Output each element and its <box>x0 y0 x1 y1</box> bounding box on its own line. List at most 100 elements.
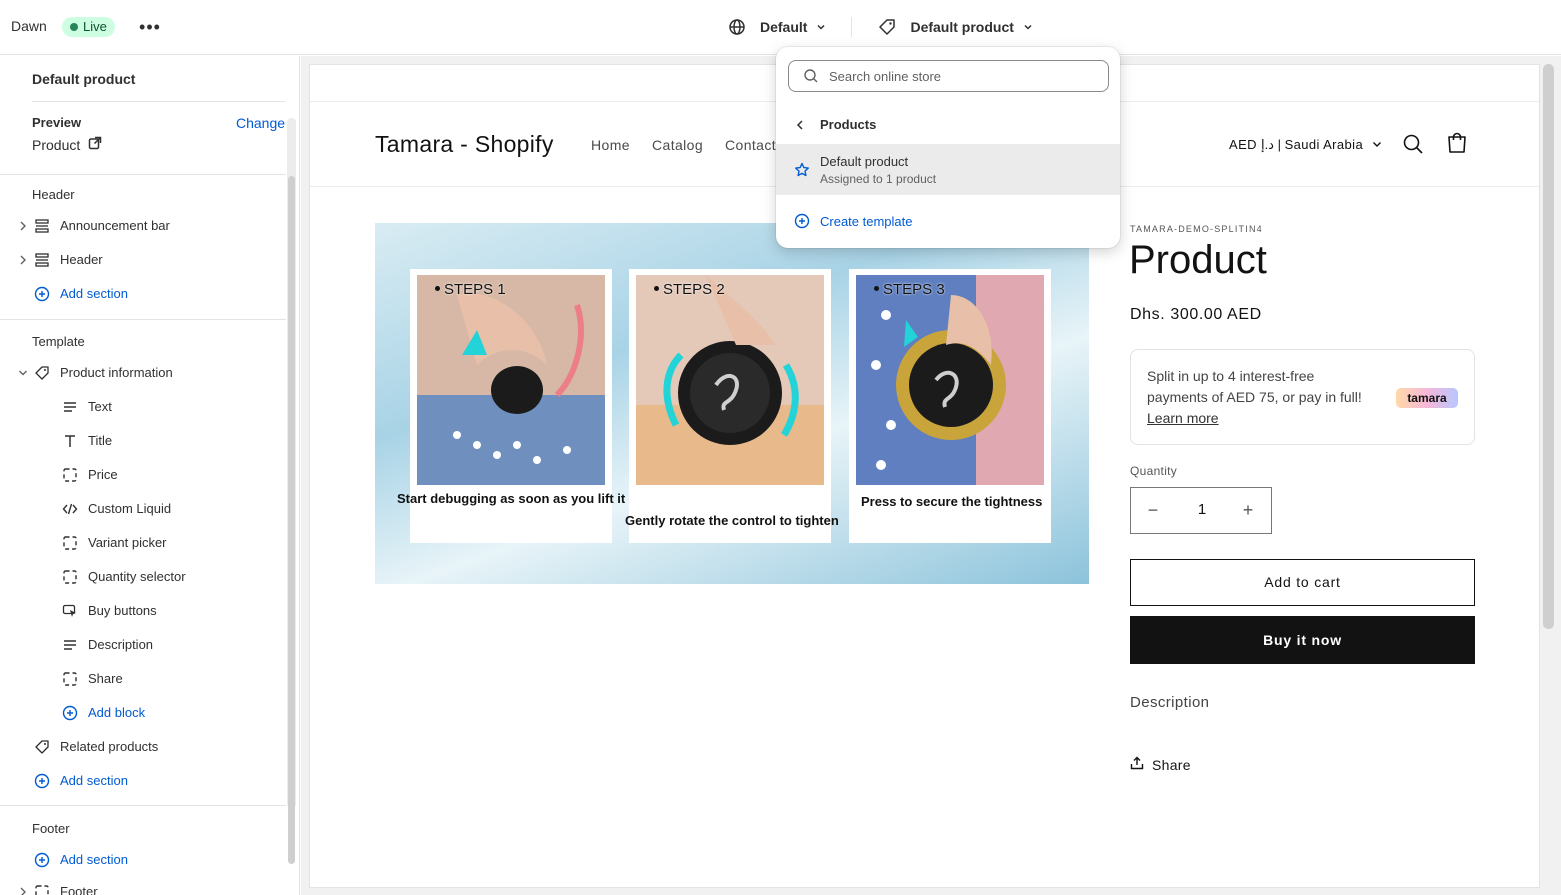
language-selector-label: Default <box>760 19 808 35</box>
top-bar-selectors: Default Default product <box>728 14 1034 40</box>
step-dot <box>874 286 879 291</box>
step-1-caption: Start debugging as soon as you lift it <box>397 491 626 506</box>
back-to-products-button[interactable]: Products <box>776 110 1120 140</box>
buy-it-now-button[interactable]: Buy it now <box>1130 616 1475 664</box>
block-label: Text <box>88 399 112 414</box>
block-label: Variant picker <box>88 535 167 550</box>
quantity-increase-button[interactable]: + <box>1238 500 1258 520</box>
quantity-decrease-button[interactable]: − <box>1143 500 1163 520</box>
currency-label: AED د.إ | Saudi Arabia <box>1229 137 1364 152</box>
dashed-square-icon <box>62 671 78 687</box>
add-section-label: Add section <box>60 773 128 788</box>
product-title: Product <box>1129 238 1267 282</box>
chevron-down-icon <box>17 366 29 380</box>
nav-link-catalog[interactable]: Catalog <box>652 137 703 153</box>
template-option-default-product[interactable]: Default product Assigned to 1 product <box>776 145 1120 195</box>
live-dot-icon <box>70 23 78 31</box>
block-quantity-selector[interactable]: Quantity selector <box>0 563 286 591</box>
section-label: Product information <box>60 365 173 380</box>
block-label: Share <box>88 671 123 686</box>
step-3-title: STEPS 3 <box>883 281 945 298</box>
block-description[interactable]: Description <box>0 631 286 659</box>
block-label: Buy buttons <box>88 603 157 618</box>
step-1-image <box>417 275 605 485</box>
text-title-icon <box>62 433 78 449</box>
block-variant-picker[interactable]: Variant picker <box>0 529 286 557</box>
tamara-message: Split in up to 4 interest-free payments … <box>1147 366 1367 429</box>
search-input[interactable] <box>829 68 1089 84</box>
tamara-text: Split in up to 4 interest-free payments … <box>1147 368 1362 405</box>
chevron-down-icon <box>815 21 827 33</box>
step-dot <box>435 286 440 291</box>
block-label: Price <box>88 467 118 482</box>
plus-circle-icon <box>794 213 810 234</box>
search-field[interactable] <box>788 60 1109 92</box>
quantity-input[interactable]: 1 <box>1191 501 1213 518</box>
dashed-square-icon <box>34 884 50 895</box>
add-section-footer-button[interactable]: Add section <box>0 846 286 874</box>
cart-icon[interactable] <box>1446 132 1468 154</box>
search-icon[interactable] <box>1402 133 1424 155</box>
section-product-information[interactable]: Product information <box>0 359 286 387</box>
section-announcement-bar[interactable]: Announcement bar <box>0 212 286 240</box>
block-buy-buttons[interactable]: Buy buttons <box>0 597 286 625</box>
block-label: Custom Liquid <box>88 501 172 516</box>
section-header[interactable]: Header <box>0 246 286 274</box>
section-label: Announcement bar <box>60 218 170 233</box>
chevron-left-icon <box>794 118 806 137</box>
nav-link-contact[interactable]: Contact <box>725 137 776 153</box>
store-brand-logo[interactable]: Tamara - Shopify <box>375 131 554 158</box>
chevron-right-icon <box>17 253 29 267</box>
block-title[interactable]: Title <box>0 427 286 455</box>
product-vendor: TAMARA-DEMO-SPLITIN4 <box>1130 224 1263 234</box>
currency-selector[interactable]: AED د.إ | Saudi Arabia <box>1229 137 1383 153</box>
change-preview-link[interactable]: Change <box>236 115 285 131</box>
plus-circle-icon <box>34 773 50 789</box>
product-price: Dhs. 300.00 AED <box>1130 306 1262 323</box>
theme-name: Dawn <box>11 18 47 34</box>
plus-circle-icon <box>62 705 78 721</box>
section-label: Header <box>60 252 103 267</box>
block-share[interactable]: Share <box>0 665 286 693</box>
sidebar-scrollbar-thumb[interactable] <box>288 176 295 864</box>
template-selector-button[interactable]: Default product <box>910 19 1033 35</box>
header-group-label: Header <box>32 187 75 202</box>
block-price[interactable]: Price <box>0 461 286 489</box>
add-section-header-button[interactable]: Add section <box>0 280 286 308</box>
editor-top-bar: Dawn Live ••• Default Default product <box>0 0 1561 55</box>
language-selector-button[interactable]: Default <box>760 19 827 35</box>
product-description-label: Description <box>1130 694 1210 711</box>
tag-icon <box>34 365 50 381</box>
text-lines-icon <box>62 637 78 653</box>
cursor-click-icon <box>62 603 78 619</box>
text-lines-icon <box>62 399 78 415</box>
add-section-template-button[interactable]: Add section <box>0 767 286 795</box>
block-label: Title <box>88 433 113 448</box>
globe-icon <box>728 18 746 36</box>
preview-scrollbar[interactable] <box>1543 64 1554 629</box>
step-3-caption: Press to secure the tightness <box>861 494 1043 509</box>
divider <box>0 319 286 320</box>
dashed-square-icon <box>62 535 78 551</box>
divider <box>32 101 285 102</box>
block-custom-liquid[interactable]: Custom Liquid <box>0 495 286 523</box>
share-button[interactable]: Share <box>1130 756 1191 773</box>
tag-icon <box>34 739 50 755</box>
create-template-label: Create template <box>820 214 913 229</box>
share-label: Share <box>1152 756 1191 773</box>
product-image[interactable]: STEPS 1 STEPS 2 STEPS 3 Start debugging … <box>375 223 1089 584</box>
nav-link-home[interactable]: Home <box>591 137 630 153</box>
create-template-button[interactable]: Create template <box>776 207 1120 235</box>
divider <box>0 805 286 806</box>
more-actions-button[interactable]: ••• <box>139 14 161 40</box>
template-selector-label: Default product <box>910 19 1014 35</box>
share-icon <box>1130 756 1144 773</box>
add-to-cart-button[interactable]: Add to cart <box>1130 559 1475 606</box>
preview-product-link[interactable]: Product <box>32 136 102 153</box>
add-block-button[interactable]: Add block <box>0 699 286 727</box>
section-footer[interactable]: Footer <box>0 878 286 895</box>
section-related-products[interactable]: Related products <box>0 733 286 761</box>
block-text[interactable]: Text <box>0 393 286 421</box>
section-label: Related products <box>60 739 159 754</box>
tamara-learn-more-link[interactable]: Learn more <box>1147 410 1219 426</box>
